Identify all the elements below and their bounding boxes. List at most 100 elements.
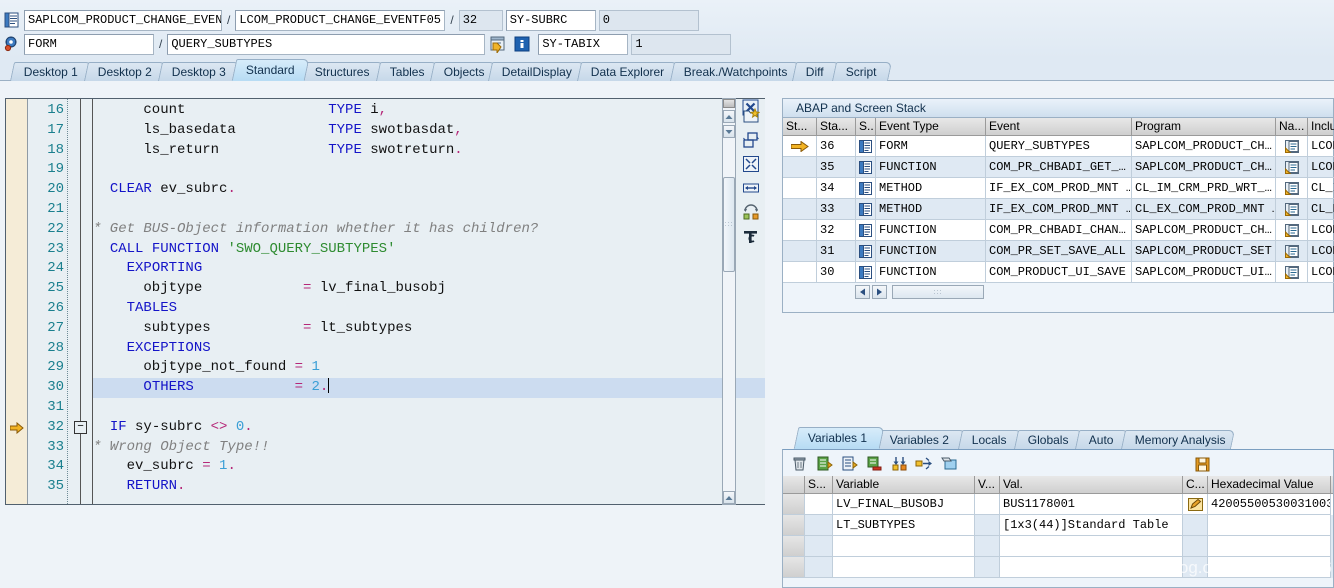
table-row[interactable] <box>783 536 1333 557</box>
tab-locals[interactable]: Locals <box>957 430 1023 449</box>
tools-icon[interactable] <box>740 225 762 247</box>
variables-column-header[interactable]: Val. <box>1000 476 1183 493</box>
copy-variables-icon[interactable] <box>813 452 835 474</box>
tab-desktop-2[interactable]: Desktop 2 <box>83 62 167 81</box>
table-row[interactable]: 30 FUNCTION COM_PRODUCT_UI_SAVE SAPLCOM_PRO… <box>783 262 1334 283</box>
scroll-up-button[interactable] <box>723 110 735 123</box>
resize-width-icon[interactable] <box>740 177 762 199</box>
stack-column-header[interactable]: S.. <box>856 118 876 135</box>
tab-desktop-1[interactable]: Desktop 1 <box>9 62 93 81</box>
variables-column-header[interactable]: V... <box>975 476 1000 493</box>
stack-column-header[interactable]: St... <box>783 118 817 135</box>
tab-tables[interactable]: Tables <box>375 62 439 81</box>
code-line[interactable]: * Wrong Object Type!! <box>93 438 765 458</box>
source-code-editor[interactable]: 16 17 18 19 20 21 22 23 24 25 26 27 28 29 30 31 32 33 34 35… <box>5 98 765 505</box>
code-line[interactable] <box>93 398 765 418</box>
maximize-icon[interactable] <box>740 153 762 175</box>
source-code-icon[interactable] <box>856 220 876 241</box>
insert-row-icon[interactable] <box>838 452 860 474</box>
stack-rows[interactable]: 36 FORM QUERY_SUBTYPES SAPLCOM_PRODUCT_CH… L… <box>783 136 1334 283</box>
code-line[interactable]: CLEAR ev_subrc. <box>93 180 765 200</box>
code-line[interactable]: objtype_not_found = 1 <box>93 358 765 378</box>
source-code-icon[interactable] <box>856 262 876 283</box>
event-name-field[interactable]: QUERY_SUBTYPES <box>167 33 486 55</box>
variables-column-header[interactable]: C... <box>1183 476 1208 493</box>
tab-data-explorer[interactable]: Data Explorer <box>576 62 679 81</box>
tab-globals[interactable]: Globals <box>1013 430 1084 449</box>
stack-column-header[interactable]: Na... <box>1276 118 1308 135</box>
table-row[interactable]: 36 FORM QUERY_SUBTYPES SAPLCOM_PRODUCT_CH… L… <box>783 136 1334 157</box>
navigate-icon[interactable] <box>1276 241 1308 262</box>
code-fold-gutter[interactable]: − <box>68 99 92 504</box>
code-line[interactable] <box>93 200 765 220</box>
source-code-icon[interactable] <box>856 178 876 199</box>
code-line[interactable]: ev_subrc = 1. <box>93 457 765 477</box>
stack-scrollbar-thumb[interactable]: ::: <box>892 285 984 299</box>
source-code-icon[interactable] <box>856 199 876 220</box>
stack-column-headers[interactable]: St... Sta... S.. Event Type Event Program Na..… <box>783 118 1334 136</box>
code-line[interactable]: IF sy-subrc <> 0. <box>93 418 765 438</box>
navigate-icon[interactable] <box>1276 220 1308 241</box>
navigate-icon[interactable] <box>1276 136 1308 157</box>
navigate-icon[interactable] <box>1276 262 1308 283</box>
editor-vertical-scrollbar[interactable]: ::: <box>722 98 736 505</box>
source-code-icon[interactable] <box>856 241 876 262</box>
tab-detaildisplay[interactable]: DetailDisplay <box>487 62 586 81</box>
information-icon[interactable] <box>513 35 531 53</box>
code-text-area[interactable]: count TYPE i, ls_basedata TYPE swotbasda… <box>92 99 765 504</box>
tab-desktop-3[interactable]: Desktop 3 <box>157 62 241 81</box>
breakpoint-gutter[interactable] <box>6 99 28 504</box>
stack-horizontal-scrollbar[interactable]: ::: <box>783 283 1333 301</box>
main-program-field[interactable]: SAPLCOM_PRODUCT_CHANGE_EVENT <box>24 9 222 31</box>
stack-column-header[interactable]: Sta... <box>817 118 856 135</box>
new-variable-icon[interactable] <box>938 452 960 474</box>
tab-objects[interactable]: Objects <box>429 62 497 81</box>
table-row[interactable]: LT_SUBTYPES [1x3(44)]Standard Table <box>783 515 1333 536</box>
code-line[interactable]: * Get BUS-Object information whether it … <box>93 220 765 240</box>
delete-icon[interactable] <box>788 452 810 474</box>
variables-column-header[interactable]: Variable <box>833 476 975 493</box>
row-selector-cell[interactable] <box>783 536 805 557</box>
replace-variables-icon[interactable] <box>913 452 935 474</box>
code-line[interactable] <box>93 160 765 180</box>
scroll-bottom-button[interactable] <box>723 491 735 504</box>
tab-variables-2[interactable]: Variables 2 <box>875 430 967 449</box>
restore-layout-icon[interactable] <box>740 129 762 151</box>
code-line[interactable]: EXCEPTIONS <box>93 339 765 359</box>
table-row[interactable]: 35 FUNCTION COM_PR_CHBADI_GET_… SAPLCOM_PRO… <box>783 157 1334 178</box>
table-row[interactable]: 31 FUNCTION COM_PR_SET_SAVE_ALL SAPLCOM_PRO… <box>783 241 1334 262</box>
code-line[interactable]: TABLES <box>93 299 765 319</box>
navigate-icon[interactable] <box>1276 157 1308 178</box>
table-row[interactable]: 33 METHOD IF_EX_COM_PROD_MNT … CL_EX_COM_PR… <box>783 199 1334 220</box>
tab-standard[interactable]: Standard <box>231 59 310 81</box>
code-line[interactable]: ls_return TYPE swotreturn. <box>93 141 765 161</box>
navigate-icon[interactable] <box>1276 178 1308 199</box>
variables-column-header[interactable] <box>783 476 805 493</box>
stack-column-header[interactable]: Event Type <box>876 118 986 135</box>
stack-column-header[interactable]: Inclu <box>1308 118 1334 135</box>
variables-column-header[interactable]: Hexadecimal Value <box>1208 476 1331 493</box>
new-session-icon[interactable] <box>740 105 762 127</box>
stack-scroll-right-button[interactable] <box>872 285 887 299</box>
scrollbar-thumb[interactable]: ::: <box>723 177 735 272</box>
line-number-field[interactable]: 32 <box>458 9 503 31</box>
code-line[interactable]: CALL FUNCTION 'SWO_QUERY_SUBTYPES' <box>93 240 765 260</box>
code-line[interactable]: count TYPE i, <box>93 101 765 121</box>
row-selector-cell[interactable] <box>783 515 805 536</box>
variables-column-header[interactable]: S... <box>805 476 833 493</box>
stack-scroll-left-button[interactable] <box>855 285 870 299</box>
table-row[interactable]: 34 METHOD IF_EX_COM_PROD_MNT … CL_IM_CRM_PR… <box>783 178 1334 199</box>
save-icon[interactable] <box>1191 453 1213 475</box>
undo-redo-icon[interactable] <box>740 201 762 223</box>
source-code-icon[interactable] <box>856 136 876 157</box>
code-line[interactable]: subtypes = lt_subtypes <box>93 319 765 339</box>
stack-column-header[interactable]: Program <box>1132 118 1276 135</box>
variables-rows[interactable]: LV_FINAL_BUSOBJ BUS1178001 420055005300310… <box>783 494 1333 578</box>
navigate-icon[interactable] <box>1276 199 1308 220</box>
tab-break-watchpoints[interactable]: Break./Watchpoints <box>669 62 801 81</box>
include-field[interactable]: LCOM_PRODUCT_CHANGE_EVENTF05 <box>235 9 446 31</box>
table-row[interactable] <box>783 557 1333 578</box>
table-row[interactable]: 32 FUNCTION COM_PR_CHBADI_CHAN… SAPLCOM_PRO… <box>783 220 1334 241</box>
tab-memory-analysis[interactable]: Memory Analysis <box>1120 430 1236 449</box>
event-type-field[interactable]: FORM <box>24 33 154 55</box>
